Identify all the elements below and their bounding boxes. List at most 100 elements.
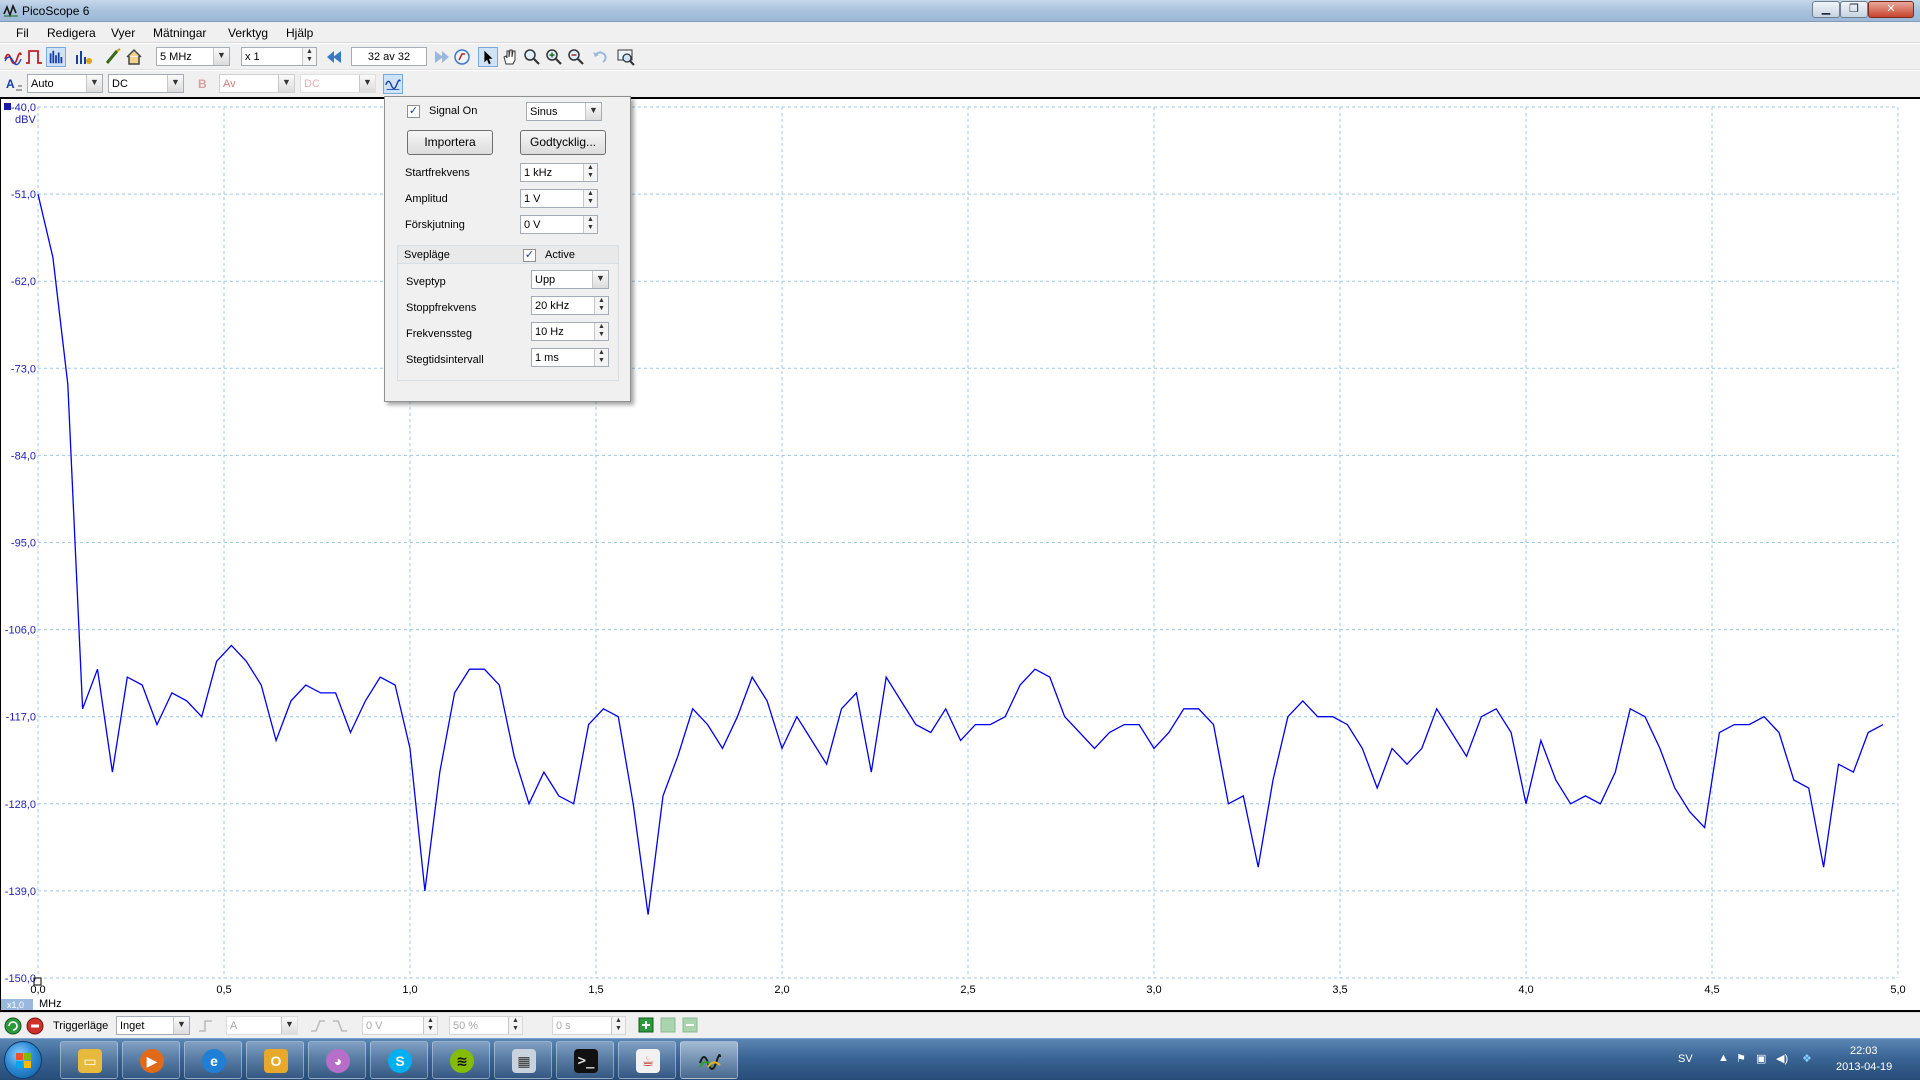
scope-mode-icon[interactable] <box>3 47 23 67</box>
trigger-threshold-input[interactable]: 0 V ▲ ▼ <box>362 1016 438 1035</box>
taskbar-picoscope[interactable] <box>680 1041 738 1079</box>
channel-a-range-select[interactable]: Auto ▼ <box>27 74 103 93</box>
spotify-icon: ≋ <box>450 1049 474 1073</box>
start-freq-input[interactable]: 1 kHz ▲ ▼ <box>520 163 598 182</box>
language-indicator[interactable]: SV <box>1678 1053 1693 1065</box>
trigger-channel-select[interactable]: A ▼ <box>226 1016 298 1035</box>
previous-buffer-icon[interactable] <box>325 47 345 67</box>
stop-freq-input[interactable]: 20 kHz ▲ ▼ <box>531 296 609 315</box>
trigger-mode-label: Triggerläge <box>53 1020 109 1032</box>
hand-pan-icon[interactable] <box>500 47 520 67</box>
start-button[interactable] <box>4 1041 42 1079</box>
trigger-mode-select[interactable]: Inget ▼ <box>116 1016 190 1035</box>
zoom-select[interactable]: x 1 ▲ ▼ <box>241 47 317 66</box>
compass-icon[interactable] <box>452 47 472 67</box>
menu-tools[interactable]: Verktyg <box>228 26 268 40</box>
remove-measurement-icon[interactable] <box>682 1017 698 1033</box>
next-buffer-icon[interactable] <box>431 47 451 67</box>
amplitude-label: Amplitud <box>405 193 448 205</box>
home-icon[interactable] <box>124 47 144 67</box>
rising-edge-icon[interactable] <box>308 1016 328 1036</box>
menu-help[interactable]: Hjälp <box>286 26 313 40</box>
menu-file[interactable]: Fil <box>16 26 29 40</box>
sweep-mode-label: Svepläge <box>404 249 450 261</box>
channel-a-options-icon[interactable]: A <box>4 74 24 94</box>
add-measurement-icon[interactable] <box>638 1017 654 1033</box>
signal-generator-icon[interactable] <box>383 74 403 94</box>
x-axis-ticks: 0,0 0,5 1,0 1,5 2,0 2,5 3,0 3,5 4,0 4,5 5,0 <box>30 984 1905 996</box>
taskbar-paint[interactable]: ◕ <box>308 1041 366 1079</box>
trigger-delay-input[interactable]: 0 s ▲ ▼ <box>552 1016 626 1035</box>
spectrum-plot[interactable]: -40,0 -51,0 -62,0 -73,0 -84,0 -95,0 -106,0 -117… <box>0 97 1920 1012</box>
action-center-flag-icon[interactable]: ⚑ <box>1736 1052 1746 1065</box>
menu-views[interactable]: Vyer <box>111 26 135 40</box>
x-tick-label: 2,0 <box>774 984 789 996</box>
sweep-mode-header: Svepläge ✓ Active <box>398 246 618 264</box>
spectrum-chart[interactable]: -40,0 -51,0 -62,0 -73,0 -84,0 -95,0 -106,0 -117… <box>1 99 1919 1010</box>
falling-edge-icon[interactable] <box>330 1016 350 1036</box>
taskbar-outlook[interactable]: O <box>246 1041 304 1079</box>
taskbar-java[interactable]: ☕ <box>618 1041 676 1079</box>
menu-measurements[interactable]: Mätningar <box>153 26 206 40</box>
spectrum-persistence-icon[interactable] <box>73 47 93 67</box>
close-button[interactable]: ✕ <box>1868 1 1914 18</box>
maximize-button[interactable]: ❐ <box>1840 1 1868 18</box>
taskbar-explorer[interactable]: ▭ <box>60 1041 118 1079</box>
channel-b-range-select[interactable]: Av ▼ <box>219 74 295 93</box>
persistence-mode-icon[interactable] <box>24 47 44 67</box>
menu-edit[interactable]: Redigera <box>47 26 96 40</box>
x-tick-label: 0,0 <box>30 984 45 996</box>
signal-on-label: Signal On <box>429 105 478 117</box>
signal-on-checkbox[interactable]: ✓ <box>407 105 420 118</box>
sweep-type-select[interactable]: Upp ▼ <box>531 270 609 289</box>
amplitude-input[interactable]: 1 V ▲ ▼ <box>520 189 598 208</box>
spectrum-mode-icon[interactable] <box>46 47 66 67</box>
clock-time[interactable]: 22:03 <box>1850 1045 1878 1057</box>
timebase-select[interactable]: 5 MHz ▼ <box>156 47 230 66</box>
sweep-active-checkbox[interactable]: ✓ <box>523 249 536 262</box>
start-icon[interactable] <box>3 1016 23 1036</box>
x-tick-label: 1,0 <box>402 984 417 996</box>
taskbar-internet-explorer[interactable]: e <box>184 1041 242 1079</box>
buffer-navigator[interactable]: 32 av 32 <box>351 47 427 66</box>
edit-measurement-icon[interactable] <box>660 1017 676 1033</box>
import-button[interactable]: Importera <box>407 130 493 155</box>
volume-icon[interactable]: ◀) <box>1776 1052 1788 1065</box>
stop-icon[interactable] <box>25 1016 45 1036</box>
clock-date[interactable]: 2013-04-19 <box>1836 1061 1892 1073</box>
series-line-channel-a <box>37 193 1884 915</box>
offset-input[interactable]: 0 V ▲ ▼ <box>520 215 598 234</box>
channel-a-coupling-select[interactable]: DC ▼ <box>108 74 184 93</box>
wave-type-select[interactable]: Sinus ▼ <box>526 102 602 121</box>
channel-b-options-icon[interactable]: B <box>196 74 216 94</box>
probe-icon[interactable] <box>103 47 123 67</box>
zoom-out-icon[interactable] <box>566 47 586 67</box>
tray-up-arrow-icon[interactable]: ▲ <box>1718 1052 1729 1064</box>
advanced-trigger-icon[interactable] <box>196 1016 216 1036</box>
taskbar-media-player[interactable]: ▶ <box>122 1041 180 1079</box>
minimize-button[interactable]: ▁ <box>1812 1 1840 18</box>
channel-a-axis-marker <box>4 103 11 110</box>
picoscope-taskbar-icon <box>699 1054 721 1070</box>
pre-trigger-input[interactable]: 50 % ▲ ▼ <box>449 1016 523 1035</box>
taskbar-spotify[interactable]: ≋ <box>432 1041 490 1079</box>
taskbar-skype[interactable]: S <box>370 1041 428 1079</box>
main-toolbar: 5 MHz ▼ x 1 ▲ ▼ 32 av 32 <box>0 44 1920 70</box>
taskbar-calculator[interactable]: ▦ <box>494 1041 552 1079</box>
zoom-in-icon[interactable] <box>544 47 564 67</box>
channel-b-coupling-select[interactable]: DC ▼ <box>300 74 376 93</box>
freq-step-input[interactable]: 10 Hz ▲ ▼ <box>531 322 609 341</box>
y-tick-label: -51,0 <box>11 189 36 201</box>
undo-zoom-icon[interactable] <box>590 47 610 67</box>
taskbar-command-prompt[interactable]: >_ <box>556 1041 614 1079</box>
zoom-overview-icon[interactable] <box>616 47 636 67</box>
step-interval-input[interactable]: 1 ms ▲ ▼ <box>531 348 609 367</box>
network-icon[interactable]: ▣ <box>1756 1052 1766 1065</box>
media-player-icon: ▶ <box>140 1049 164 1073</box>
dropbox-icon[interactable]: ❖ <box>1802 1052 1812 1065</box>
x-tick-label: 2,5 <box>960 984 975 996</box>
select-pointer-icon[interactable] <box>478 47 498 67</box>
x-tick-label: 3,5 <box>1332 984 1347 996</box>
zoom-area-icon[interactable] <box>522 47 542 67</box>
arbitrary-button[interactable]: Godtycklig... <box>520 130 606 155</box>
